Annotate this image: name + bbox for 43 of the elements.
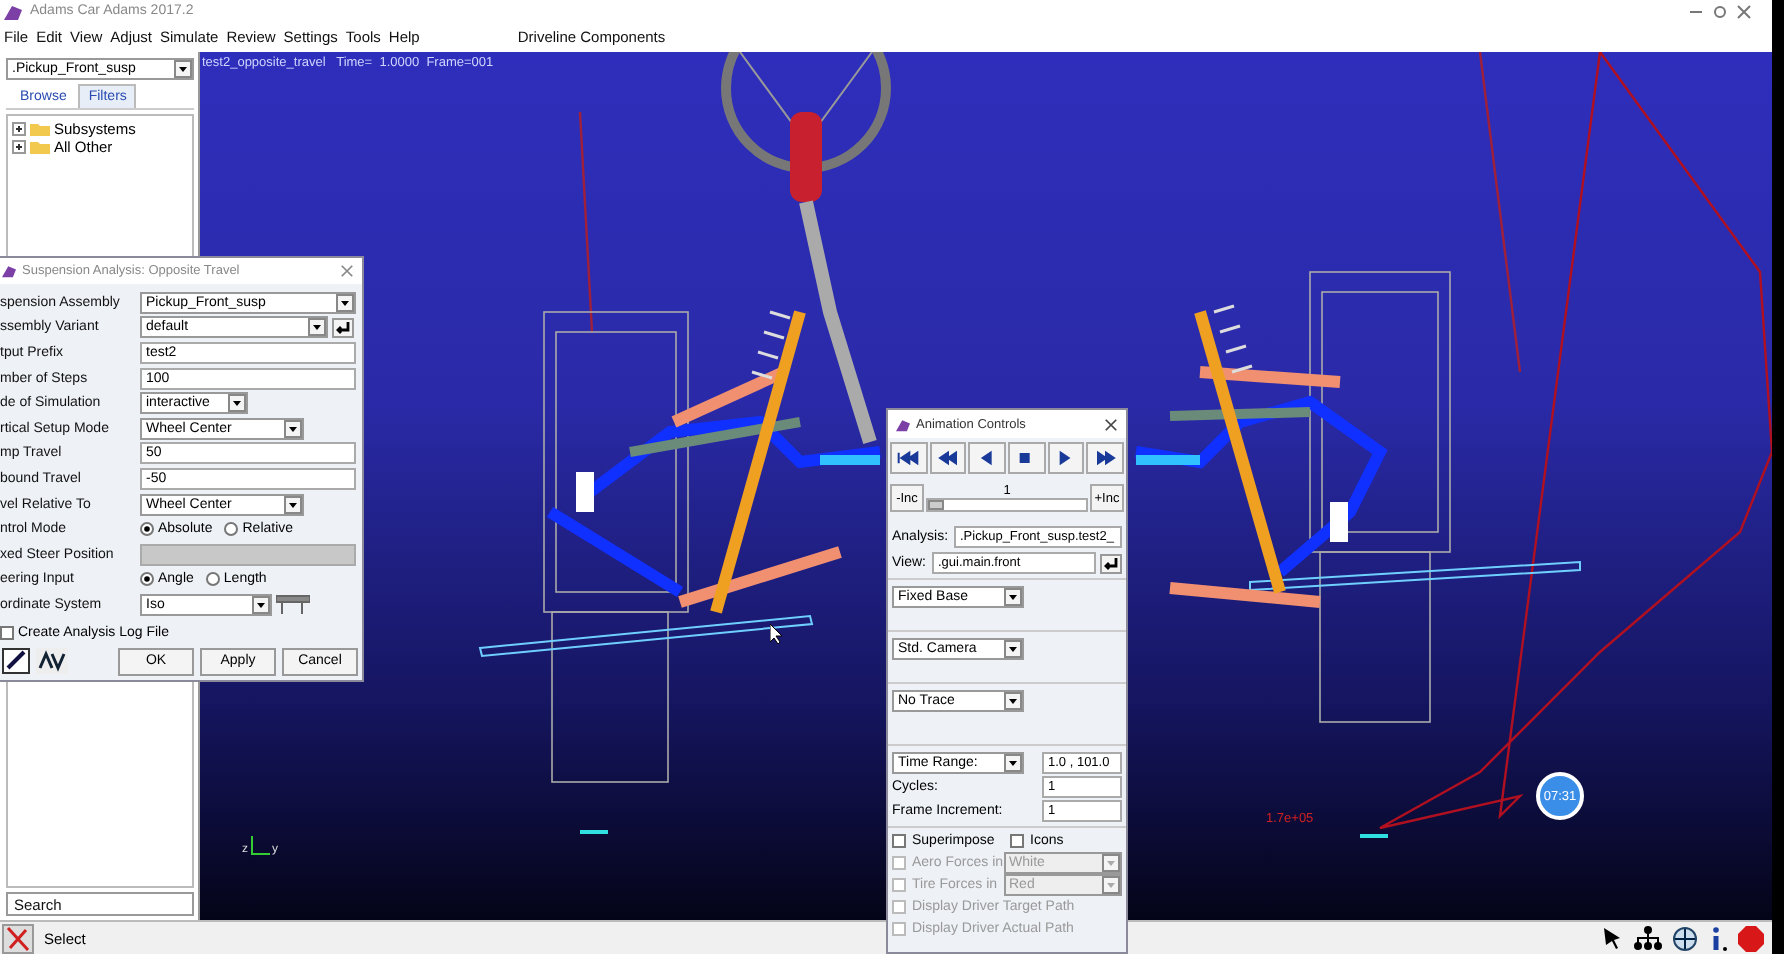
expand-icon[interactable]	[12, 122, 26, 136]
rewind-icon	[936, 448, 960, 468]
caret-icon	[1004, 640, 1022, 658]
fast-forward-button[interactable]	[1086, 442, 1125, 474]
expand-icon[interactable]	[12, 140, 26, 154]
caret-icon	[284, 495, 302, 514]
rewind-button[interactable]	[929, 442, 967, 474]
play-button[interactable]	[1047, 442, 1085, 474]
move-icon[interactable]	[1672, 925, 1698, 951]
close-icon[interactable]	[1104, 417, 1118, 431]
caret-icon	[1004, 692, 1022, 710]
caret-icon	[284, 419, 302, 438]
caret-icon	[1102, 876, 1120, 894]
frame-slider[interactable]	[926, 498, 1088, 512]
axis-triad-icon	[250, 836, 270, 856]
fast-forward-icon	[1093, 448, 1118, 468]
pointer-icon[interactable]	[1600, 926, 1624, 950]
select-mode-icon[interactable]	[2, 923, 34, 953]
caret-icon	[1102, 854, 1120, 872]
step-back-button[interactable]	[968, 442, 1007, 474]
caret-icon	[228, 394, 246, 413]
app-logo-icon	[2, 264, 16, 278]
maximize-icon[interactable]	[1712, 3, 1728, 19]
mouse-cursor-icon	[770, 624, 784, 644]
caret-icon	[336, 293, 354, 312]
stop-icon[interactable]	[1738, 925, 1764, 951]
caret-icon	[1004, 754, 1022, 772]
info-icon[interactable]	[1708, 925, 1728, 951]
caret-icon	[1004, 588, 1022, 606]
part-browse-icon[interactable]	[276, 594, 310, 615]
hierarchy-icon[interactable]	[1634, 926, 1662, 950]
caret-icon	[252, 595, 270, 614]
slider-thumb[interactable]	[928, 500, 944, 510]
close-icon[interactable]	[1736, 3, 1752, 19]
enter-icon[interactable]	[332, 317, 354, 338]
caret-icon	[308, 318, 326, 337]
caret-icon	[174, 60, 192, 78]
app-logo-icon	[896, 417, 910, 431]
edit-icon[interactable]	[2, 648, 30, 675]
enter-icon[interactable]	[1100, 553, 1122, 573]
skip-to-start-button[interactable]	[890, 442, 928, 474]
stop-button[interactable]	[1008, 442, 1046, 474]
skip-to-start-icon	[896, 448, 921, 468]
